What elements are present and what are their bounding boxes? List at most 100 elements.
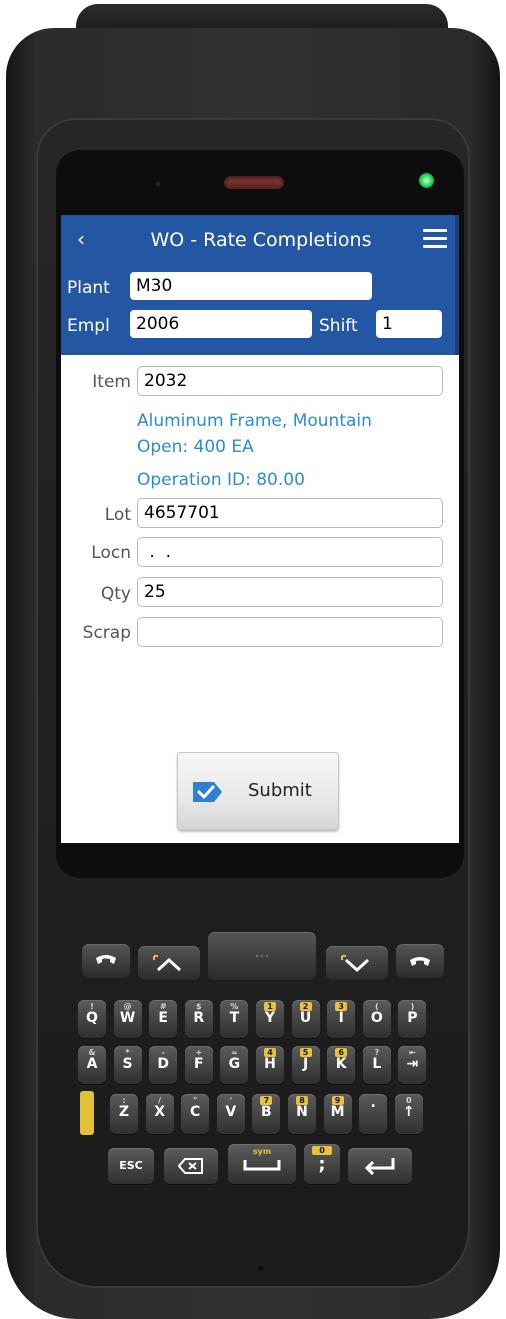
empl-field[interactable]: 2006	[129, 309, 313, 339]
item-label: Item	[92, 372, 131, 392]
scrap-field[interactable]	[137, 617, 443, 647]
esc-key[interactable]: ESC	[108, 1148, 154, 1184]
back-chevron-icon[interactable]: ‹	[71, 223, 91, 255]
key-d[interactable]: -D	[149, 1046, 178, 1084]
page-title: WO - Rate Completions	[150, 229, 372, 251]
qty-label: Qty	[100, 584, 131, 604]
key-c[interactable]: " C	[181, 1094, 210, 1134]
phone-answer-icon	[96, 955, 116, 964]
backspace-key[interactable]	[164, 1148, 218, 1184]
key-b[interactable]: 7B	[252, 1094, 281, 1134]
function-key[interactable]	[80, 1091, 94, 1135]
key-char-label: C	[190, 1104, 201, 1120]
chevron-up-icon	[153, 955, 182, 972]
key-w[interactable]: @ W	[113, 1000, 142, 1038]
key-u[interactable]: 2U	[291, 1000, 320, 1038]
locn-label: Locn	[91, 543, 131, 563]
key-r[interactable]: $ R	[184, 1000, 213, 1038]
key-f[interactable]: + F	[184, 1046, 213, 1084]
key-h[interactable]: 4H	[256, 1046, 284, 1084]
camera-dot	[156, 182, 160, 186]
backspace-icon	[177, 1158, 203, 1174]
space-key[interactable]: sym	[228, 1144, 296, 1184]
key-period[interactable]: .	[359, 1094, 388, 1134]
open-quantity: Open: 400 EA	[137, 437, 254, 457]
chevron-down-icon	[341, 955, 370, 973]
call-answer-key[interactable]	[82, 944, 130, 978]
hamburger-menu-icon[interactable]	[423, 229, 447, 249]
semicolon-key[interactable]: 0 ;	[304, 1144, 340, 1184]
key-v[interactable]: ' V	[216, 1094, 245, 1134]
operation-id: Operation ID: 80.00	[137, 470, 305, 490]
scrap-label: Scrap	[82, 623, 131, 643]
key-char-label: W	[119, 1010, 136, 1026]
key-char-label: S	[122, 1056, 133, 1072]
plant-field[interactable]: M30	[129, 271, 373, 301]
key-s[interactable]: * S	[113, 1046, 142, 1084]
key-char-label: H	[264, 1056, 276, 1072]
key-t[interactable]: % T	[220, 1000, 249, 1038]
down-nav-key[interactable]	[326, 946, 388, 980]
enter-key[interactable]	[348, 1148, 412, 1184]
speaker-grille	[224, 176, 284, 189]
key-char-label: V	[225, 1104, 237, 1120]
key-char-label: ↑	[402, 1104, 415, 1120]
key-char-label: F	[194, 1056, 204, 1072]
key-x[interactable]: / X	[145, 1094, 174, 1134]
key-l[interactable]: ? L	[362, 1046, 391, 1084]
key-char-label: T	[229, 1010, 240, 1026]
item-description: Aluminum Frame, Mountain	[137, 411, 372, 431]
lot-label: Lot	[104, 505, 131, 525]
qty-field[interactable]: 25	[137, 577, 443, 607]
sym-label: sym	[252, 1147, 272, 1156]
lot-field[interactable]: 4657701	[137, 498, 443, 528]
key-char-label: G	[228, 1056, 241, 1072]
phone-end-icon	[410, 957, 430, 966]
key-⇥[interactable]: ⇤ ⇥	[398, 1046, 427, 1084]
plant-label: Plant	[67, 278, 110, 298]
key-q[interactable]: ! Q	[78, 1000, 106, 1038]
key-char-label: N	[296, 1104, 308, 1120]
key-char-label: Y	[264, 1010, 276, 1026]
key-m[interactable]: 9M	[323, 1094, 352, 1134]
call-end-key[interactable]	[396, 944, 444, 978]
key-char-label: Q	[86, 1010, 98, 1026]
semicolon-key-char: ;	[318, 1154, 326, 1175]
enter-icon	[364, 1158, 395, 1176]
handheld-device: ‹ WO - Rate Completions Plant M30 Empl 2…	[0, 0, 506, 1319]
key-g[interactable]: = G	[220, 1046, 249, 1084]
locn-field[interactable]: . .	[137, 537, 443, 567]
key-char-label: .	[370, 1095, 376, 1111]
key-i[interactable]: 3I	[327, 1000, 356, 1038]
key-char-label: P	[407, 1010, 418, 1026]
key-↑[interactable]: 0 ↑	[394, 1094, 423, 1134]
key-char-label: Z	[118, 1104, 130, 1120]
key-char-label: B	[261, 1104, 272, 1120]
key-j[interactable]: 5J	[291, 1046, 320, 1084]
shift-field[interactable]: 1	[375, 309, 443, 339]
key-char-label: X	[154, 1104, 165, 1120]
key-a[interactable]: & A	[78, 1046, 106, 1084]
key-char-label: K	[335, 1056, 347, 1072]
key-char-label: I	[338, 1010, 344, 1026]
key-p[interactable]: ) P	[398, 1000, 427, 1038]
key-char-label: J	[302, 1056, 309, 1072]
checkmark-arrow-icon	[193, 782, 222, 802]
key-k[interactable]: 6K	[327, 1046, 356, 1084]
shift-label: Shift	[319, 316, 358, 336]
key-char-label: O	[370, 1010, 383, 1026]
key-o[interactable]: (O	[362, 1000, 391, 1038]
key-char-label: M	[330, 1104, 345, 1120]
key-char-label: E	[158, 1010, 168, 1026]
key-n[interactable]: 8N	[288, 1094, 316, 1134]
key-char-label: R	[193, 1010, 205, 1026]
key-z[interactable]: :Z	[110, 1094, 138, 1134]
center-key[interactable]: ...	[208, 932, 316, 980]
submit-label: Submit	[248, 780, 312, 801]
key-y[interactable]: 1Y	[256, 1000, 284, 1038]
up-nav-key[interactable]	[138, 946, 200, 980]
item-field[interactable]: 2032	[137, 366, 443, 396]
submit-button[interactable]: Submit	[177, 752, 339, 830]
empl-label: Empl	[67, 316, 110, 336]
key-e[interactable]: # E	[149, 1000, 178, 1038]
